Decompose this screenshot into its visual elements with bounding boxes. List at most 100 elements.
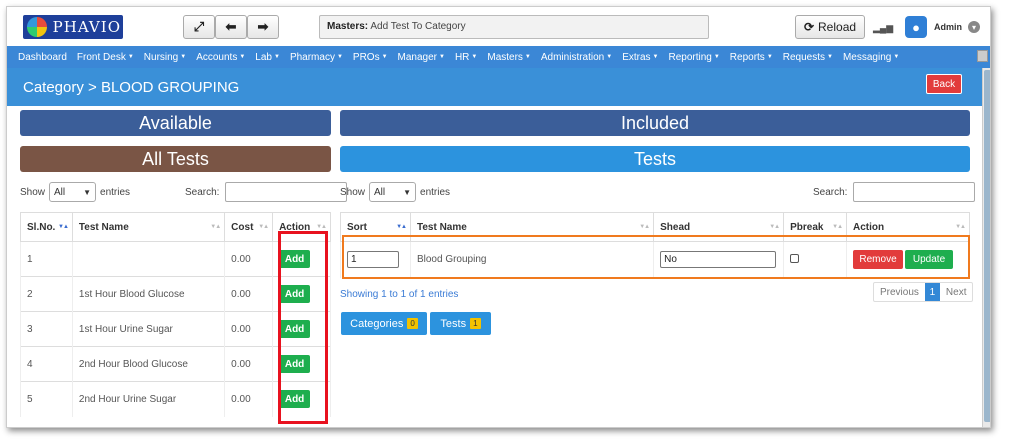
breadcrumb: Masters: Add Test To Category bbox=[319, 15, 709, 39]
menu-label: Reports bbox=[729, 51, 765, 63]
show-label: Show bbox=[20, 186, 46, 198]
fullscreen-button[interactable]: ⤢ bbox=[183, 15, 215, 39]
menu-label: HR bbox=[454, 51, 470, 63]
next-page-button[interactable]: Next bbox=[940, 283, 973, 301]
scrollbar-thumb[interactable] bbox=[984, 70, 990, 422]
page-1-button[interactable]: 1 bbox=[924, 283, 940, 301]
pagination: Previous 1 Next bbox=[873, 282, 974, 302]
column-header-test-name[interactable]: Test Name ▼▲ bbox=[71, 212, 226, 242]
available-heading: Available bbox=[20, 110, 331, 136]
show-label: Show bbox=[340, 186, 366, 198]
fullscreen-icon: ⤢ bbox=[193, 19, 205, 34]
tests-tab[interactable]: Tests 1 bbox=[430, 312, 491, 335]
reload-label: Reload bbox=[818, 20, 857, 34]
user-name: Admin bbox=[934, 22, 962, 32]
sort-icon: ▼▲ bbox=[316, 224, 327, 230]
menu-label: Reporting bbox=[668, 51, 712, 63]
caret-down-icon: ▼ bbox=[652, 53, 659, 60]
menu-item-messaging[interactable]: Messaging ▼ bbox=[843, 52, 899, 63]
menu-item-hr[interactable]: HR ▼ bbox=[455, 52, 477, 63]
caret-down-icon: ▼ bbox=[336, 53, 343, 60]
categories-tab-label: Categories bbox=[350, 317, 404, 330]
search-label: Search: bbox=[813, 186, 848, 198]
menu-label: Pharmacy bbox=[289, 51, 335, 63]
caret-down-icon: ▼ bbox=[127, 53, 134, 60]
categories-count-badge: 0 bbox=[407, 318, 418, 329]
reload-icon: ⟳ bbox=[803, 20, 815, 34]
main-menu: Dashboard Front Desk ▼ Nursing ▼ Accounts ▼… bbox=[7, 46, 990, 68]
menu-item-manager[interactable]: Manager ▼ bbox=[398, 52, 445, 63]
menu-collapse-icon[interactable] bbox=[977, 50, 988, 62]
chevron-down-icon: ▼ bbox=[83, 187, 92, 197]
column-header-slno[interactable]: Sl.No. ▼▲ bbox=[20, 212, 73, 242]
column-header-cost[interactable]: Cost ▼▲ bbox=[224, 212, 274, 242]
cost-cell: 0.00 bbox=[224, 346, 274, 382]
menu-item-dashboard[interactable]: Dashboard bbox=[18, 52, 67, 63]
column-label: Action bbox=[853, 221, 885, 233]
menu-item-accounts[interactable]: Accounts ▼ bbox=[196, 52, 245, 63]
slno-cell: 2 bbox=[20, 276, 73, 312]
menu-item-masters[interactable]: Masters ▼ bbox=[487, 52, 531, 63]
sort-icon: ▼▲ bbox=[955, 224, 966, 230]
reload-button[interactable]: ⟳ Reload bbox=[795, 15, 865, 39]
menu-item-pros[interactable]: PROs ▼ bbox=[353, 52, 388, 63]
menu-item-requests[interactable]: Requests ▼ bbox=[783, 52, 833, 63]
cost-cell: 0.00 bbox=[224, 381, 274, 417]
add-column-highlight bbox=[278, 231, 328, 424]
tests-heading: Tests bbox=[340, 146, 970, 172]
previous-page-button[interactable]: Previous bbox=[874, 283, 925, 301]
app-window: PHAVIO ⤢ ⬅ ➡ Masters: Add Test To Catego… bbox=[6, 6, 991, 428]
menu-label: Requests bbox=[782, 51, 826, 63]
sort-icon: ▼▲ bbox=[832, 224, 843, 230]
menu-label: Extras bbox=[622, 51, 651, 63]
all-tests-heading: All Tests bbox=[20, 146, 331, 172]
cost-cell: 0.00 bbox=[224, 276, 274, 312]
column-label: Shead bbox=[660, 221, 691, 233]
sort-icon: ▼▲ bbox=[769, 224, 780, 230]
right-entries-select[interactable]: All ▼ bbox=[369, 182, 417, 202]
breadcrumb-label: Masters: bbox=[327, 21, 369, 32]
caret-down-icon: ▼ bbox=[239, 53, 246, 60]
app-logo[interactable]: PHAVIO bbox=[23, 15, 123, 39]
caret-down-icon: ▼ bbox=[273, 53, 280, 60]
forward-nav-button[interactable]: ➡ bbox=[247, 15, 279, 39]
menu-item-reporting[interactable]: Reporting ▼ bbox=[668, 52, 719, 63]
page-scrollbar[interactable] bbox=[982, 68, 990, 427]
menu-item-pharmacy[interactable]: Pharmacy ▼ bbox=[290, 52, 343, 63]
menu-label: Administration bbox=[540, 51, 605, 63]
menu-label: Masters bbox=[487, 51, 523, 63]
menu-item-administration[interactable]: Administration ▼ bbox=[541, 52, 612, 63]
menu-item-reports[interactable]: Reports ▼ bbox=[730, 52, 773, 63]
right-search-input[interactable] bbox=[853, 182, 976, 202]
column-label: Sl.No. bbox=[27, 221, 56, 233]
slno-cell: 4 bbox=[20, 346, 73, 382]
back-nav-button[interactable]: ⬅ bbox=[215, 15, 247, 39]
caret-down-icon: ▼ bbox=[471, 53, 478, 60]
top-bar: PHAVIO ⤢ ⬅ ➡ Masters: Add Test To Catego… bbox=[7, 7, 990, 46]
user-menu[interactable]: ● Admin ▾ bbox=[905, 13, 987, 41]
menu-item-extras[interactable]: Extras ▼ bbox=[622, 52, 658, 63]
right-search-control: Search: bbox=[813, 182, 976, 202]
menu-item-front-desk[interactable]: Front Desk ▼ bbox=[77, 52, 134, 63]
categories-tab[interactable]: Categories 0 bbox=[341, 312, 427, 335]
back-button[interactable]: Back bbox=[926, 74, 962, 94]
slno-cell: 1 bbox=[20, 241, 73, 277]
slno-cell: 3 bbox=[20, 311, 73, 347]
left-search-input[interactable] bbox=[225, 182, 348, 202]
caret-down-icon: ▼ bbox=[180, 53, 187, 60]
avatar: ● bbox=[905, 16, 927, 38]
menu-item-lab[interactable]: Lab ▼ bbox=[255, 52, 280, 63]
arrow-right-icon: ➡ bbox=[257, 19, 269, 34]
caret-down-icon: ▼ bbox=[766, 53, 773, 60]
included-heading: Included bbox=[340, 110, 970, 136]
column-label: Sort bbox=[347, 221, 367, 233]
tests-tab-label: Tests bbox=[440, 317, 467, 330]
menu-label: PROs bbox=[352, 51, 380, 63]
sort-icon: ▼▲ bbox=[258, 224, 269, 230]
test-name-cell: 1st Hour Urine Sugar bbox=[71, 311, 226, 347]
left-length-control: Show All ▼ entries bbox=[20, 182, 130, 202]
menu-item-nursing[interactable]: Nursing ▼ bbox=[144, 52, 186, 63]
column-label: Pbreak bbox=[790, 221, 824, 233]
sort-icon: ▼▲ bbox=[396, 224, 407, 230]
left-entries-select[interactable]: All ▼ bbox=[49, 182, 97, 202]
